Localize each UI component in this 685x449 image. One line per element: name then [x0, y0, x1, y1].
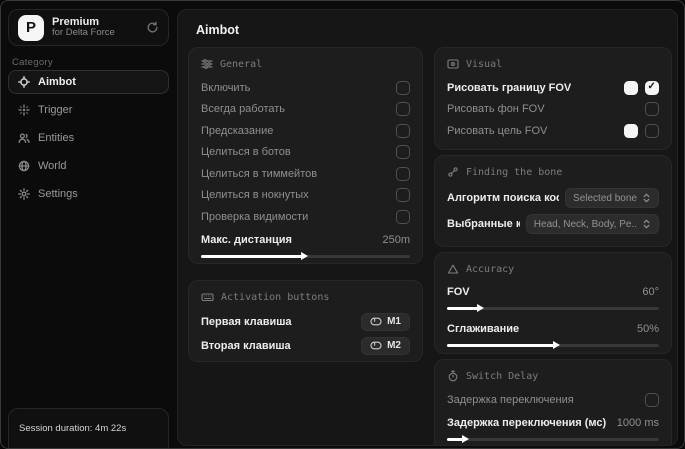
first-key-row: Первая клавиша M1	[201, 310, 410, 333]
slider-thumb[interactable]	[461, 434, 469, 443]
smoothing-slider[interactable]	[447, 340, 659, 350]
target-bots-checkbox[interactable]	[396, 145, 410, 160]
toggle-row-target-knocked: Целиться в нокнутых	[201, 185, 410, 207]
smoothing-value: 50%	[636, 323, 659, 335]
switch-delay-ms-row: Задержка переключения (мс) 1000 ms	[447, 416, 659, 429]
second-key-button[interactable]: M2	[361, 336, 410, 355]
entities-icon	[18, 132, 30, 144]
switch-delay-card: Switch Delay Задержка переключения Задер…	[434, 359, 672, 445]
keyboard-icon	[201, 291, 214, 303]
section-header: Accuracy	[466, 263, 515, 275]
slider-thumb[interactable]	[476, 304, 484, 312]
sidebar: P Premium for Delta Force Category Aimbo…	[1, 1, 177, 448]
sidebar-item-label: Trigger	[38, 104, 73, 116]
general-card: General Включить Всегда работать Предска…	[188, 47, 423, 264]
selected-bones-row: Выбранные кости Head, Neck, Body, Pe..	[447, 211, 659, 237]
brand-logo: P	[18, 14, 44, 41]
sidebar-item-label: World	[38, 160, 67, 172]
target-knocked-checkbox[interactable]	[396, 188, 410, 203]
view-icon	[447, 58, 459, 70]
unfold-icon	[642, 193, 651, 203]
sidebar-nav: Aimbot Trigger Entities World Settings	[8, 70, 169, 206]
app-window: P Premium for Delta Force Category Aimbo…	[0, 0, 685, 449]
right-column: Visual Рисовать границу FOV Рисовать фон…	[434, 47, 672, 445]
brand-card: P Premium for Delta Force	[8, 9, 169, 46]
accuracy-card: Accuracy FOV 60° Сглаживание 50%	[434, 252, 672, 354]
category-label: Category	[12, 57, 53, 68]
left-column: General Включить Всегда работать Предска…	[188, 47, 423, 362]
max-distance-slider[interactable]	[201, 251, 410, 261]
fov-target-color-swatch[interactable]	[624, 123, 638, 138]
sidebar-item-world[interactable]: World	[8, 154, 169, 178]
sidebar-item-label: Entities	[38, 132, 75, 144]
slider-thumb[interactable]	[553, 341, 561, 349]
sidebar-item-label: Settings	[38, 188, 78, 200]
always-work-checkbox[interactable]	[396, 102, 410, 117]
sidebar-item-settings[interactable]: Settings	[8, 182, 169, 206]
visibility-check-checkbox[interactable]	[396, 209, 410, 224]
sidebar-item-label: Aimbot	[38, 76, 76, 88]
switch-delay-checkbox[interactable]	[645, 392, 659, 407]
bone-icon	[447, 166, 459, 178]
main-panel: Aimbot General Включить Всегда работать …	[177, 9, 678, 446]
second-key-row: Вторая клавиша M2	[201, 334, 410, 357]
prediction-checkbox[interactable]	[396, 123, 410, 138]
section-header: Activation buttons	[221, 291, 330, 303]
sidebar-item-entities[interactable]: Entities	[8, 126, 169, 150]
globe-icon	[18, 160, 30, 172]
toggle-row-visibility-check: Проверка видимости	[201, 206, 410, 228]
bone-algorithm-row: Алгоритм поиска костей Selected bone	[447, 185, 659, 211]
toggle-row-enable: Включить	[201, 77, 410, 99]
target-teammates-checkbox[interactable]	[396, 166, 410, 181]
bone-card: Finding the bone Алгоритм поиска костей …	[434, 155, 672, 247]
toggle-row-prediction: Предсказание	[201, 120, 410, 142]
crosshair-icon	[18, 76, 30, 88]
brand-subtitle: for Delta Force	[52, 27, 115, 39]
enable-checkbox[interactable]	[396, 80, 410, 95]
fov-background-row: Рисовать фон FOV	[447, 99, 659, 121]
fov-slider[interactable]	[447, 303, 659, 313]
mouse-icon	[370, 341, 382, 350]
session-card: Session duration: 4m 22s	[8, 408, 169, 448]
sidebar-item-trigger[interactable]: Trigger	[8, 98, 169, 122]
gear-icon	[18, 188, 30, 200]
session-duration: Session duration: 4m 22s	[19, 423, 127, 434]
max-distance-value: 250m	[382, 233, 410, 246]
stopwatch-icon	[447, 370, 459, 382]
slider-thumb[interactable]	[301, 251, 309, 260]
max-distance-row: Макс. дистанция 250m	[201, 233, 410, 246]
fov-value: 60°	[642, 286, 659, 298]
activation-card: Activation buttons Первая клавиша M1 Вто…	[188, 280, 423, 362]
toggle-row-target-bots: Целиться в ботов	[201, 142, 410, 164]
smoothing-row: Сглаживание 50%	[447, 323, 659, 335]
visual-card: Visual Рисовать границу FOV Рисовать фон…	[434, 47, 672, 150]
trigger-icon	[18, 104, 30, 116]
sync-icon[interactable]	[146, 21, 159, 34]
fov-border-color-swatch[interactable]	[624, 80, 638, 95]
sidebar-item-aimbot[interactable]: Aimbot	[8, 70, 169, 94]
switch-delay-toggle-row: Задержка переключения	[447, 389, 659, 411]
bone-algorithm-dropdown[interactable]: Selected bone	[565, 188, 659, 208]
unfold-icon	[642, 219, 651, 229]
page-title: Aimbot	[196, 23, 240, 37]
fov-border-row: Рисовать границу FOV	[447, 77, 659, 99]
section-header: Finding the bone	[466, 166, 563, 178]
fov-border-checkbox[interactable]	[645, 80, 659, 95]
toggle-row-always-work: Всегда работать	[201, 99, 410, 121]
triangle-icon	[447, 263, 459, 275]
toggle-row-target-teammates: Целиться в тиммейтов	[201, 163, 410, 185]
fov-background-checkbox[interactable]	[645, 102, 659, 117]
fov-target-row: Рисовать цель FOV	[447, 120, 659, 142]
tune-icon	[201, 58, 213, 70]
section-header: General	[220, 58, 263, 70]
section-header: Visual	[466, 58, 503, 70]
switch-delay-slider[interactable]	[447, 434, 659, 444]
fov-row: FOV 60°	[447, 286, 659, 298]
switch-delay-value: 1000 ms	[616, 416, 659, 429]
fov-target-checkbox[interactable]	[645, 123, 659, 138]
mouse-icon	[370, 317, 382, 326]
section-header: Switch Delay	[466, 370, 539, 382]
selected-bones-dropdown[interactable]: Head, Neck, Body, Pe..	[525, 214, 659, 234]
first-key-button[interactable]: M1	[361, 312, 410, 331]
